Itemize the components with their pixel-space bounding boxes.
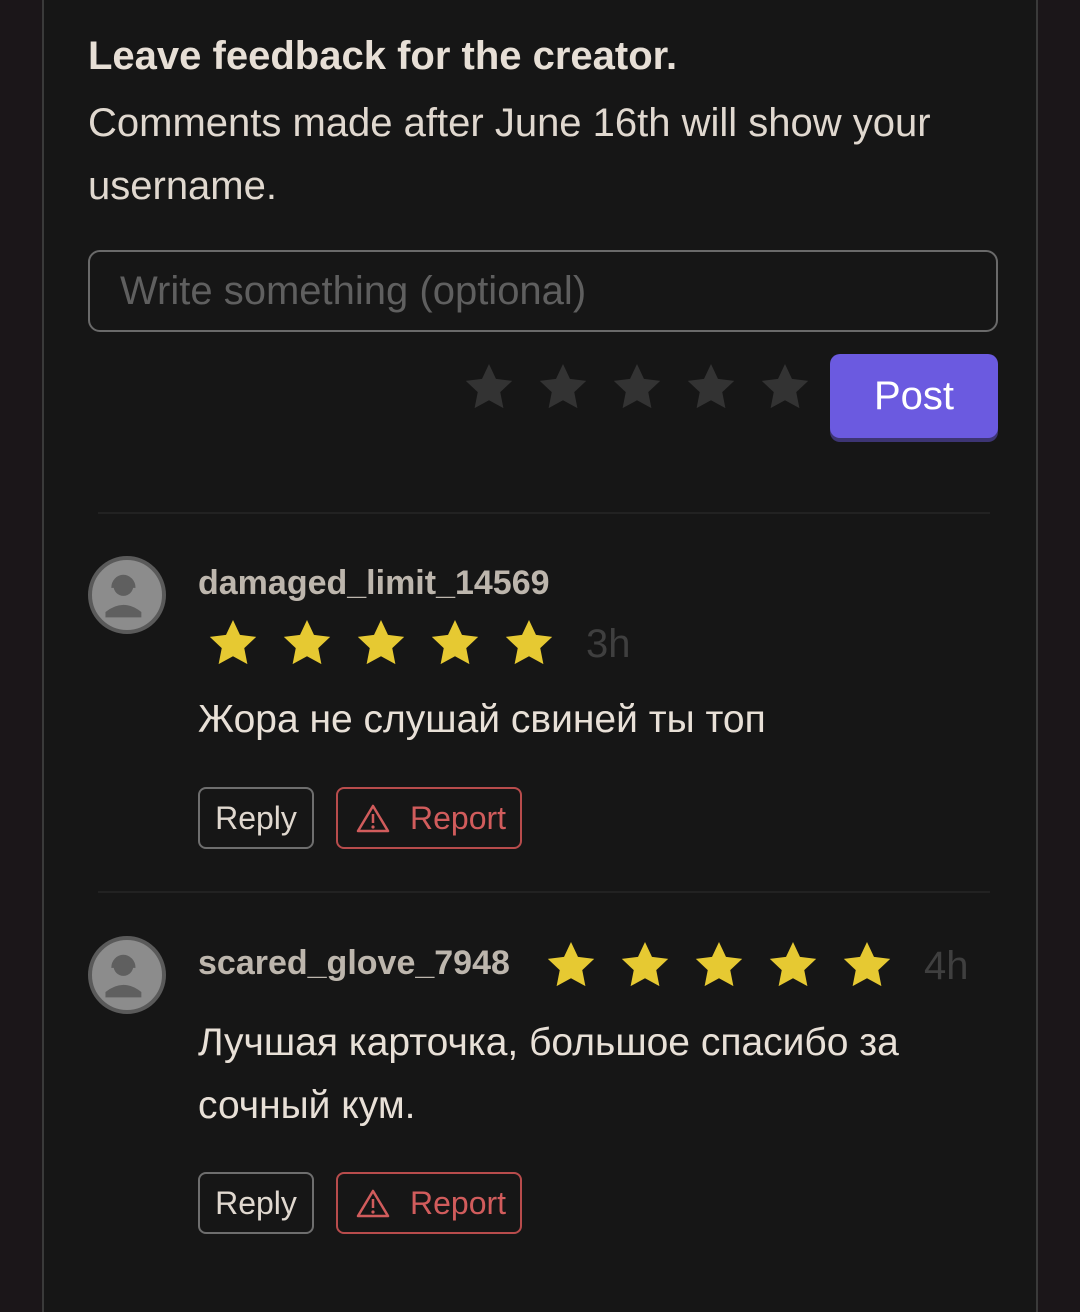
feedback-title: Leave feedback for the creator. bbox=[88, 34, 678, 78]
feedback-subtitle: Comments made after June 16th will show … bbox=[88, 101, 931, 208]
report-button[interactable]: Report bbox=[336, 787, 522, 849]
comment-username[interactable]: damaged_limit_14569 bbox=[198, 564, 550, 603]
report-label: Report bbox=[410, 1184, 507, 1221]
comment-rating bbox=[544, 938, 894, 992]
star-icon[interactable] bbox=[758, 360, 812, 414]
report-label: Report bbox=[410, 799, 507, 836]
post-button[interactable]: Post bbox=[830, 354, 998, 438]
reply-button[interactable]: Reply bbox=[198, 1172, 314, 1234]
star-icon bbox=[618, 938, 672, 992]
comment-time: 3h bbox=[586, 622, 631, 666]
comment-text: Лучшая карточка, большое спасибо за сочн… bbox=[198, 1021, 899, 1127]
star-icon[interactable] bbox=[536, 360, 590, 414]
star-icon bbox=[544, 938, 598, 992]
star-icon[interactable] bbox=[462, 360, 516, 414]
comment-time: 4h bbox=[924, 944, 969, 988]
star-icon bbox=[766, 938, 820, 992]
divider bbox=[98, 891, 990, 893]
user-avatar-icon bbox=[88, 556, 166, 634]
star-icon bbox=[840, 938, 894, 992]
divider bbox=[98, 512, 990, 514]
star-icon bbox=[502, 616, 556, 670]
comment-rating bbox=[206, 616, 556, 670]
star-icon[interactable] bbox=[684, 360, 738, 414]
warning-triangle-icon bbox=[356, 1189, 390, 1218]
star-icon bbox=[206, 616, 260, 670]
user-avatar-icon bbox=[88, 936, 166, 1014]
star-icon[interactable] bbox=[610, 360, 664, 414]
comment-text: Жора не слушай свиней ты топ bbox=[198, 698, 766, 741]
star-icon bbox=[280, 616, 334, 670]
report-button[interactable]: Report bbox=[336, 1172, 522, 1234]
star-icon bbox=[354, 616, 408, 670]
star-icon bbox=[428, 616, 482, 670]
warning-triangle-icon bbox=[356, 804, 390, 833]
rating-selector[interactable] bbox=[462, 360, 812, 418]
comment-input[interactable] bbox=[88, 250, 998, 332]
reply-button[interactable]: Reply bbox=[198, 787, 314, 849]
star-icon bbox=[692, 938, 746, 992]
comment-username[interactable]: scared_glove_7948 bbox=[198, 944, 510, 983]
feedback-panel: Leave feedback for the creator. Comments… bbox=[42, 0, 1038, 1312]
